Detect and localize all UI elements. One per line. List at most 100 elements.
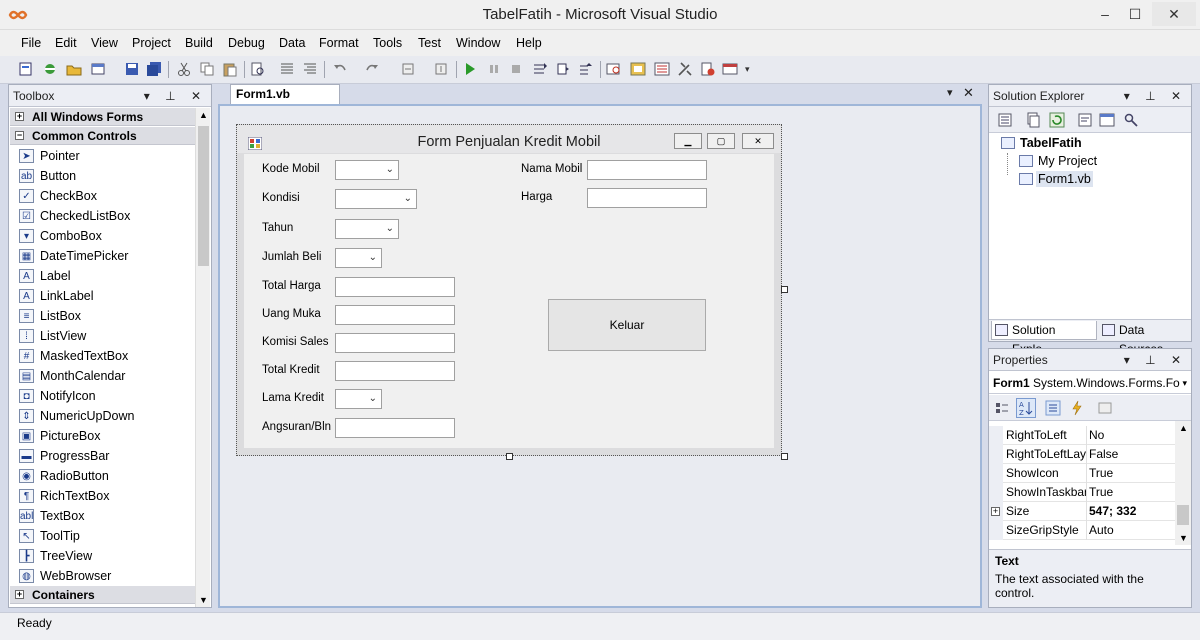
toolbox-item-combobox[interactable]: ▾ ComboBox [10, 226, 200, 246]
menu-file[interactable]: File [21, 30, 41, 56]
combobox-kondisi[interactable]: ⌄ [335, 189, 417, 209]
toolbox-icon[interactable] [677, 61, 693, 77]
step-over-icon[interactable] [555, 61, 571, 77]
tab-data-sources[interactable]: Data Sources [1099, 321, 1191, 356]
textbox-total-harga[interactable] [335, 277, 455, 297]
toolbox-header-buttons[interactable]: ▾ ⊥ ✕ [144, 85, 207, 107]
maximize-button[interactable]: ☐ [1120, 2, 1150, 26]
expand-icon[interactable]: + [15, 590, 24, 599]
combobox-jumlah-beli[interactable]: ⌄ [335, 248, 382, 268]
property-value[interactable]: Auto [1089, 521, 1173, 540]
properties-view-icon[interactable] [1045, 400, 1061, 416]
menu-build[interactable]: Build [185, 30, 213, 56]
resize-handle-right[interactable] [781, 286, 788, 293]
properties-icon[interactable] [997, 112, 1013, 128]
toolbox-item-listbox[interactable]: ≡ ListBox [10, 306, 200, 326]
toolbox-scrollbar[interactable]: ▲ ▼ [195, 108, 210, 607]
scrollbar-thumb[interactable] [1177, 505, 1189, 525]
stop-debugging-icon[interactable] [508, 61, 524, 77]
property-pages-icon[interactable] [1097, 400, 1113, 416]
navigate-backward-icon[interactable] [400, 61, 416, 77]
textbox-angsuran-bln[interactable] [335, 418, 455, 438]
property-row-showicon[interactable]: ShowIcon True [989, 464, 1175, 483]
combobox-tahun[interactable]: ⌄ [335, 219, 399, 239]
start-debugging-icon[interactable] [462, 61, 478, 77]
add-new-item-icon[interactable] [90, 61, 106, 77]
redo-icon[interactable] [364, 61, 380, 77]
section-containers[interactable]: + Containers [10, 586, 200, 604]
property-row-righttoleftlay[interactable]: RightToLeftLay False [989, 445, 1175, 464]
chevron-down-icon[interactable]: ⌄ [369, 252, 377, 263]
toolbox-item-button[interactable]: ab Button [10, 166, 200, 186]
property-value[interactable]: True [1089, 483, 1173, 502]
textbox-komisi-sales[interactable] [335, 333, 455, 353]
toolbox-item-maskedtextbox[interactable]: # MaskedTextBox [10, 346, 200, 366]
textbox-harga[interactable] [587, 188, 707, 208]
textbox-total-kredit[interactable] [335, 361, 455, 381]
menu-debug[interactable]: Debug [228, 30, 265, 56]
toolbox-item-checkedlistbox[interactable]: ☑ CheckedListBox [10, 206, 200, 226]
categorized-icon[interactable] [994, 400, 1010, 416]
paste-icon[interactable] [222, 61, 238, 77]
property-value[interactable]: False [1089, 445, 1173, 464]
chevron-down-icon[interactable]: ▾ [1182, 372, 1187, 394]
save-all-icon[interactable] [146, 61, 162, 77]
textbox-nama-mobil[interactable] [587, 160, 707, 180]
properties-header-buttons[interactable]: ▾ ⊥ ✕ [1124, 349, 1187, 371]
find-icon[interactable] [606, 61, 622, 77]
expand-icon[interactable]: + [15, 112, 24, 121]
menu-edit[interactable]: Edit [55, 30, 77, 56]
open-file-icon[interactable] [66, 61, 82, 77]
toolbox-item-picturebox[interactable]: ▣ PictureBox [10, 426, 200, 446]
toolbox-item-pointer[interactable]: ➤ Pointer [10, 146, 200, 166]
menu-view[interactable]: View [91, 30, 118, 56]
menu-format[interactable]: Format [319, 30, 359, 56]
menu-project[interactable]: Project [132, 30, 171, 56]
property-row-size[interactable]: + Size 547; 332 [989, 502, 1175, 521]
toolbox-item-webbrowser[interactable]: ◍ WebBrowser [10, 566, 200, 586]
toolbox-item-textbox[interactable]: abl TextBox [10, 506, 200, 526]
scroll-down-icon[interactable]: ▼ [199, 595, 208, 605]
scroll-up-icon[interactable]: ▲ [1179, 423, 1188, 433]
view-code-icon[interactable] [1077, 112, 1093, 128]
property-row-sizegripstyle[interactable]: SizeGripStyle Auto [989, 521, 1175, 540]
menu-test[interactable]: Test [418, 30, 441, 56]
properties-scrollbar[interactable]: ▲ ▼ [1175, 421, 1191, 545]
keluar-button[interactable]: Keluar [548, 299, 706, 351]
collapse-icon[interactable]: − [15, 131, 24, 140]
chevron-down-icon[interactable]: ⌄ [404, 193, 412, 204]
expand-icon[interactable]: + [991, 507, 1000, 516]
events-lightning-icon[interactable] [1069, 400, 1085, 416]
find-in-files-icon[interactable] [250, 61, 266, 77]
toolbox-item-label[interactable]: A Label [10, 266, 200, 286]
chevron-down-icon[interactable]: ⌄ [369, 393, 377, 404]
section-common-controls[interactable]: − Common Controls [10, 127, 200, 145]
comment-icon[interactable] [279, 61, 295, 77]
break-all-icon[interactable] [486, 61, 502, 77]
start-page-icon[interactable] [722, 61, 738, 77]
view-designer-icon[interactable] [1099, 112, 1115, 128]
doc-close-icon[interactable]: ✕ [963, 85, 974, 101]
show-all-files-icon[interactable] [1025, 112, 1041, 128]
toolbox-item-tooltip[interactable]: ↖ ToolTip [10, 526, 200, 546]
toolbox-item-richtextbox[interactable]: ¶ RichTextBox [10, 486, 200, 506]
doc-dropdown-icon[interactable]: ▾ [947, 86, 953, 99]
toolbox-item-progressbar[interactable]: ▬ ProgressBar [10, 446, 200, 466]
property-row-showintaskbar[interactable]: ShowInTaskbar True [989, 483, 1175, 502]
scroll-down-icon[interactable]: ▼ [1179, 533, 1188, 543]
properties-window-icon[interactable] [654, 61, 670, 77]
new-project-icon[interactable] [18, 61, 34, 77]
solution-explorer-icon[interactable] [630, 61, 646, 77]
object-selector-dropdown[interactable]: Form1 System.Windows.Forms.Fo ▾ [989, 372, 1191, 394]
add-item-icon[interactable] [42, 61, 58, 77]
toolbox-item-treeview[interactable]: ┣ TreeView [10, 546, 200, 566]
copy-icon[interactable] [199, 61, 215, 77]
step-out-icon[interactable] [578, 61, 594, 77]
toolbox-item-datetimepicker[interactable]: ▦ DateTimePicker [10, 246, 200, 266]
resize-handle-bottom[interactable] [506, 453, 513, 460]
object-browser-icon[interactable] [700, 61, 716, 77]
menu-tools[interactable]: Tools [373, 30, 402, 56]
combobox-kode-mobil[interactable]: ⌄ [335, 160, 399, 180]
scrollbar-thumb[interactable] [198, 126, 209, 266]
refresh-icon[interactable] [1049, 112, 1065, 128]
